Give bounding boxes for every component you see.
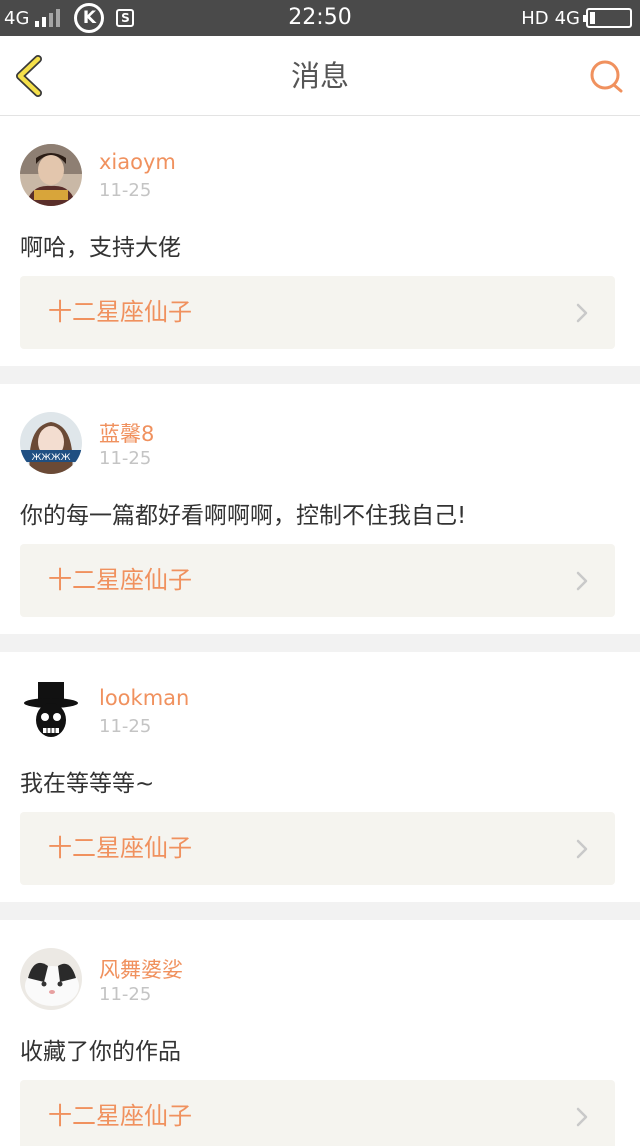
- chevron-right-icon: [576, 1107, 588, 1127]
- message-card: 风舞婆娑 11-25 收藏了你的作品 十二星座仙子: [0, 920, 640, 1146]
- page-title: 消息: [290, 59, 349, 93]
- status-right: HD 4G: [521, 0, 632, 36]
- avatar[interactable]: [20, 948, 82, 1010]
- message-card: lookman 11-25 我在等等等~ 十二星座仙子: [0, 652, 640, 902]
- message-card: xiaoym 11-25 啊哈，支持大佬 十二星座仙子: [0, 116, 640, 366]
- referenced-work[interactable]: 十二星座仙子: [20, 276, 615, 349]
- avatar[interactable]: ЖЖЖЖ: [20, 412, 82, 474]
- message-text: 收藏了你的作品: [20, 1039, 181, 1065]
- username[interactable]: 蓝馨8: [99, 418, 154, 448]
- message-date: 11-25: [99, 180, 152, 201]
- message-card: ЖЖЖЖ 蓝馨8 11-25 你的每一篇都好看啊啊啊，控制不住我自己! 十二星座…: [0, 384, 640, 634]
- referenced-work[interactable]: 十二星座仙子: [20, 812, 615, 885]
- referenced-work-title: 十二星座仙子: [48, 1102, 192, 1130]
- hd-indicator: HD: [521, 7, 549, 29]
- referenced-work-title: 十二星座仙子: [48, 834, 192, 862]
- message-text: 我在等等等~: [20, 771, 155, 797]
- message-date: 11-25: [99, 984, 152, 1005]
- status-bar: 4G K S 22:50 HD 4G: [0, 0, 640, 36]
- chevron-right-icon: [576, 839, 588, 859]
- message-text: 你的每一篇都好看啊啊啊，控制不住我自己!: [20, 503, 467, 529]
- username[interactable]: 风舞婆娑: [99, 954, 183, 984]
- nav-bar: 消息: [0, 36, 640, 116]
- message-date: 11-25: [99, 448, 152, 469]
- referenced-work-title: 十二星座仙子: [48, 566, 192, 594]
- referenced-work-title: 十二星座仙子: [48, 298, 192, 326]
- username[interactable]: lookman: [99, 686, 189, 710]
- avatar[interactable]: [20, 680, 82, 742]
- message-text: 啊哈，支持大佬: [20, 235, 181, 261]
- search-button[interactable]: [588, 58, 626, 96]
- referenced-work[interactable]: 十二星座仙子: [20, 1080, 615, 1146]
- network-type-right: 4G: [554, 7, 580, 29]
- svg-text:ЖЖЖЖ: ЖЖЖЖ: [32, 453, 71, 463]
- battery-icon: [583, 8, 632, 28]
- referenced-work[interactable]: 十二星座仙子: [20, 544, 615, 617]
- message-date: 11-25: [99, 716, 152, 737]
- chevron-right-icon: [576, 571, 588, 591]
- chevron-right-icon: [576, 303, 588, 323]
- avatar[interactable]: [20, 144, 82, 206]
- username[interactable]: xiaoym: [99, 150, 176, 174]
